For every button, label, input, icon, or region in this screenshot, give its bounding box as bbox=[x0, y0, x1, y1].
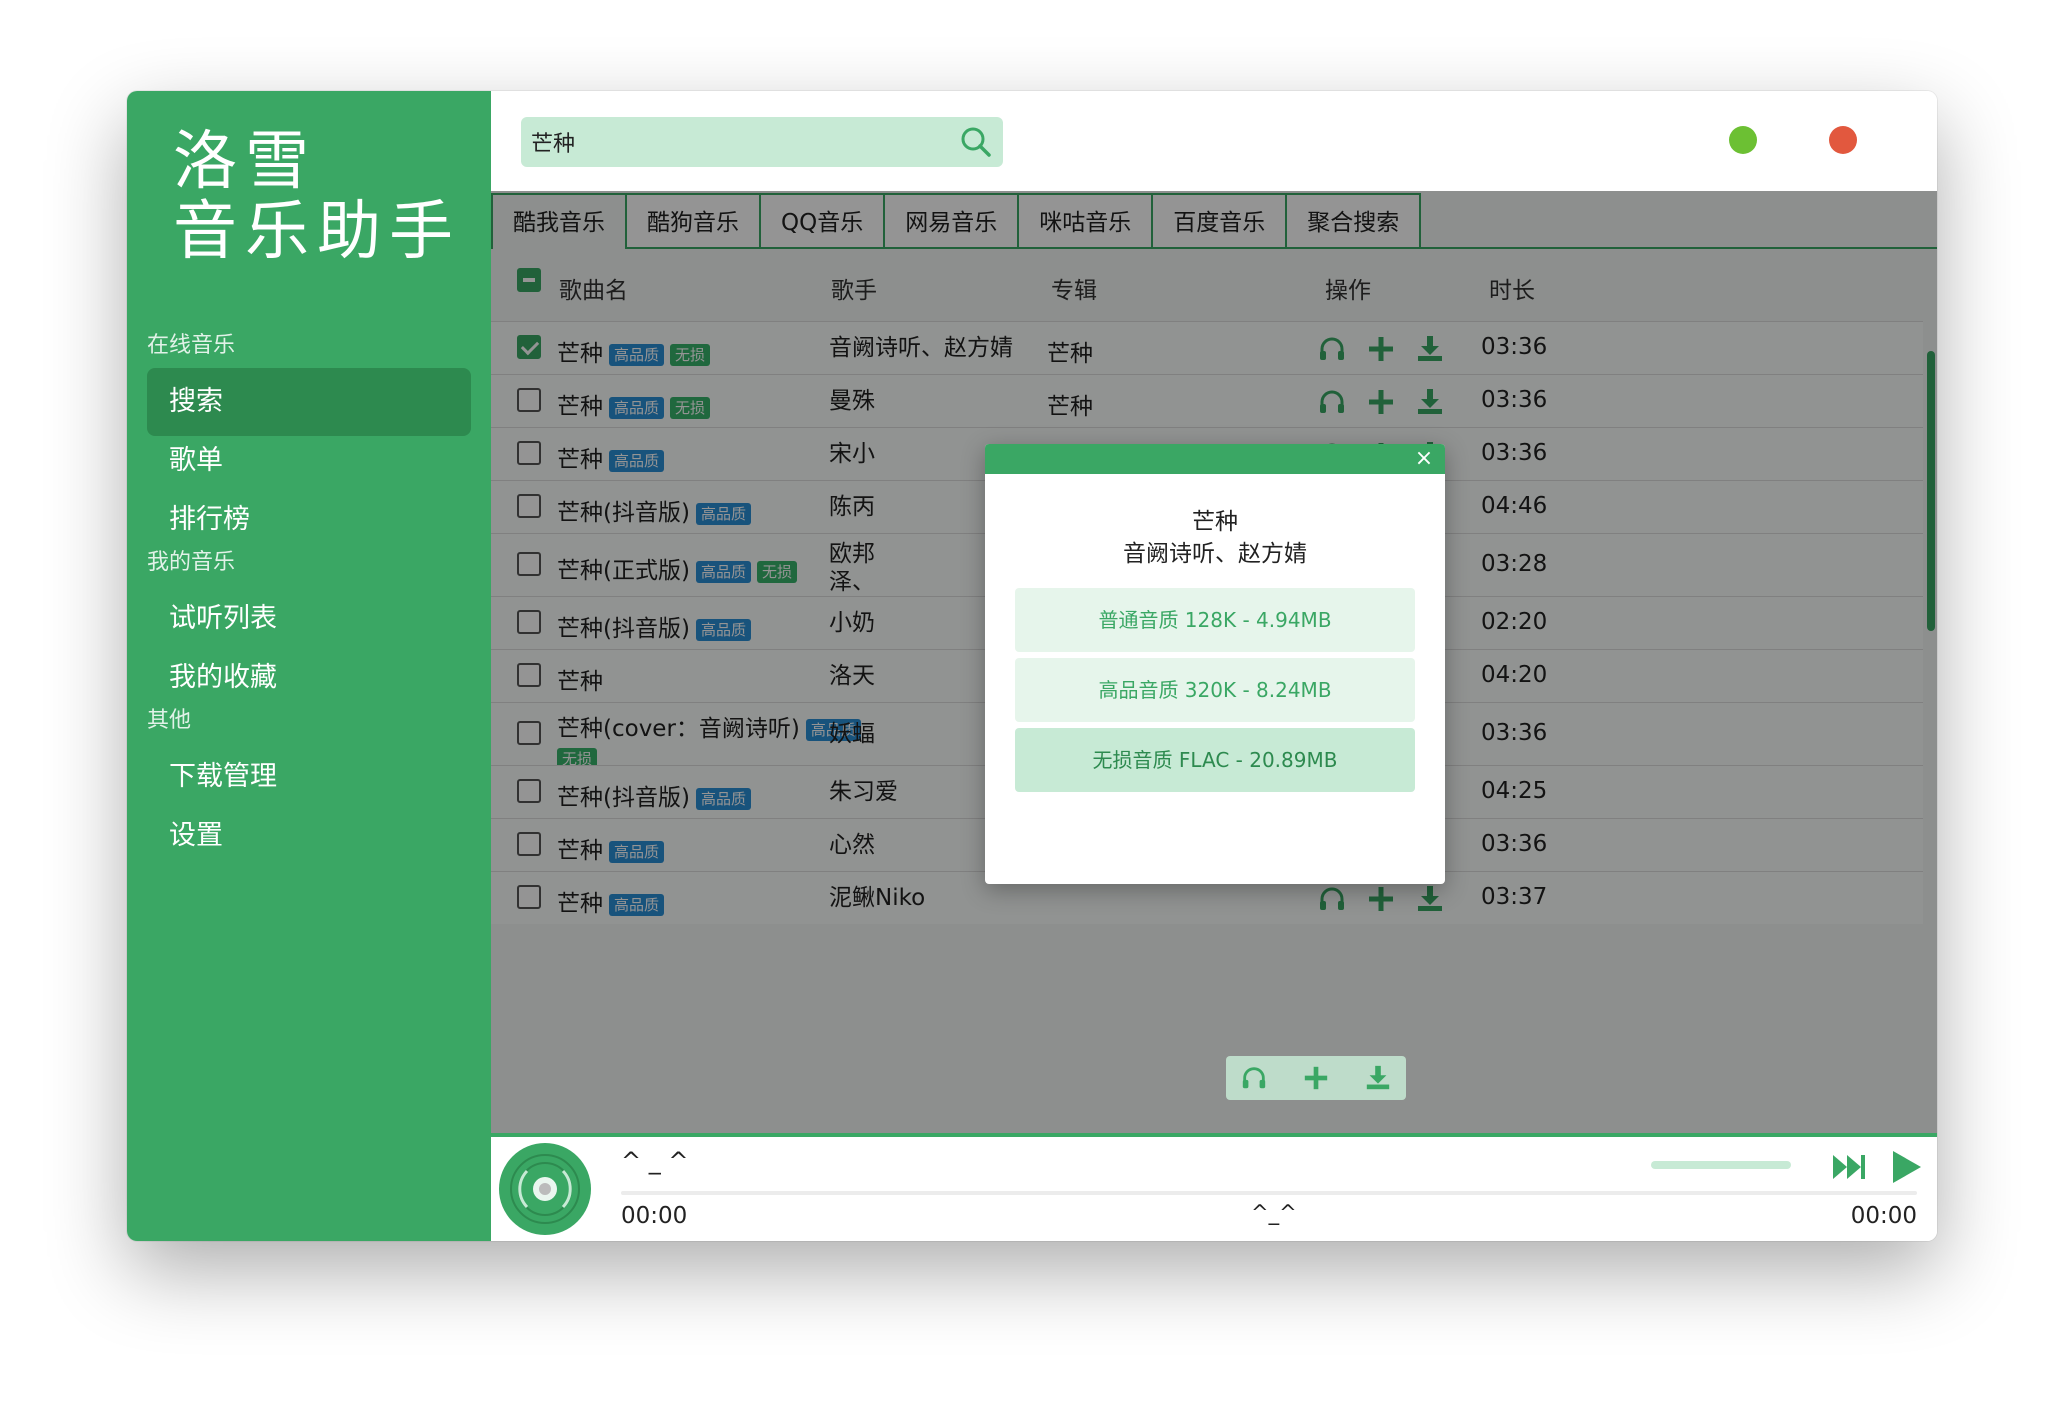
app-logo: 洛雪 音乐助手 bbox=[173, 127, 461, 267]
search-icon[interactable] bbox=[959, 125, 993, 159]
logo-line-2: 音乐助手 bbox=[173, 195, 461, 269]
sidebar-item-listen-list[interactable]: 试听列表 bbox=[147, 585, 471, 653]
quality-option-high[interactable]: 高品音质 320K - 8.24MB bbox=[1015, 658, 1415, 722]
album-disc-icon[interactable] bbox=[497, 1141, 593, 1237]
next-track-icon[interactable] bbox=[1827, 1145, 1871, 1189]
minimize-button[interactable] bbox=[1729, 126, 1757, 154]
quality-dialog: × 芒种 音阙诗听、赵方婧 普通音质 128K - 4.94MB 高品音质 32… bbox=[985, 444, 1445, 884]
quality-option-standard[interactable]: 普通音质 128K - 4.94MB bbox=[1015, 588, 1415, 652]
dialog-song-singer: 音阙诗听、赵方婧 bbox=[1123, 541, 1307, 567]
group-label-other: 其他 bbox=[147, 708, 192, 733]
player-bar: ^ _ ^ 00:00 ^_^ 00:00 bbox=[491, 1133, 1937, 1241]
player-lyric: ^_^ bbox=[1251, 1201, 1297, 1225]
player-song-title: ^ _ ^ bbox=[621, 1147, 689, 1175]
sidebar-item-playlists[interactable]: 歌单 bbox=[147, 427, 471, 495]
total-time: 00:00 bbox=[1850, 1203, 1917, 1229]
sidebar-item-settings[interactable]: 设置 bbox=[147, 802, 471, 870]
play-icon[interactable] bbox=[1883, 1145, 1927, 1189]
progress-bar[interactable] bbox=[621, 1191, 1917, 1195]
group-label-online: 在线音乐 bbox=[147, 333, 236, 358]
headphones-icon bbox=[1242, 1067, 1266, 1089]
sidebar-item-downloads[interactable]: 下载管理 bbox=[147, 743, 471, 811]
volume-slider[interactable] bbox=[1651, 1161, 1791, 1169]
logo-line-1: 洛雪 bbox=[173, 125, 317, 199]
sidebar-item-search[interactable]: 搜索 bbox=[147, 368, 471, 436]
sidebar-item-favorites[interactable]: 我的收藏 bbox=[147, 644, 471, 712]
app-window: 洛雪 音乐助手 在线音乐 搜索 歌单 排行榜 我的音乐 试听列表 我的收藏 其他… bbox=[127, 91, 1937, 1241]
sidebar: 洛雪 音乐助手 在线音乐 搜索 歌单 排行榜 我的音乐 试听列表 我的收藏 其他… bbox=[127, 91, 491, 1241]
dialog-title: 芒种 音阙诗听、赵方婧 bbox=[985, 506, 1445, 570]
top-bar bbox=[491, 91, 1937, 191]
floating-ops-ghost bbox=[1226, 1056, 1406, 1100]
main-panel: 酷我音乐 酷狗音乐 QQ音乐 网易音乐 咪咕音乐 百度音乐 聚合搜索 歌曲名 歌… bbox=[491, 91, 1937, 1241]
dialog-song-name: 芒种 bbox=[1192, 509, 1238, 535]
plus-icon bbox=[1304, 1066, 1328, 1090]
download-icon bbox=[1366, 1065, 1390, 1090]
search-input[interactable] bbox=[531, 117, 931, 167]
dialog-close-button[interactable]: × bbox=[1411, 446, 1437, 472]
current-time: 00:00 bbox=[621, 1203, 688, 1229]
close-window-button[interactable] bbox=[1829, 126, 1857, 154]
group-label-my-music: 我的音乐 bbox=[147, 550, 236, 575]
dialog-header: × bbox=[985, 444, 1445, 474]
search-box bbox=[521, 117, 1003, 167]
quality-option-lossless[interactable]: 无损音质 FLAC - 20.89MB bbox=[1015, 728, 1415, 792]
